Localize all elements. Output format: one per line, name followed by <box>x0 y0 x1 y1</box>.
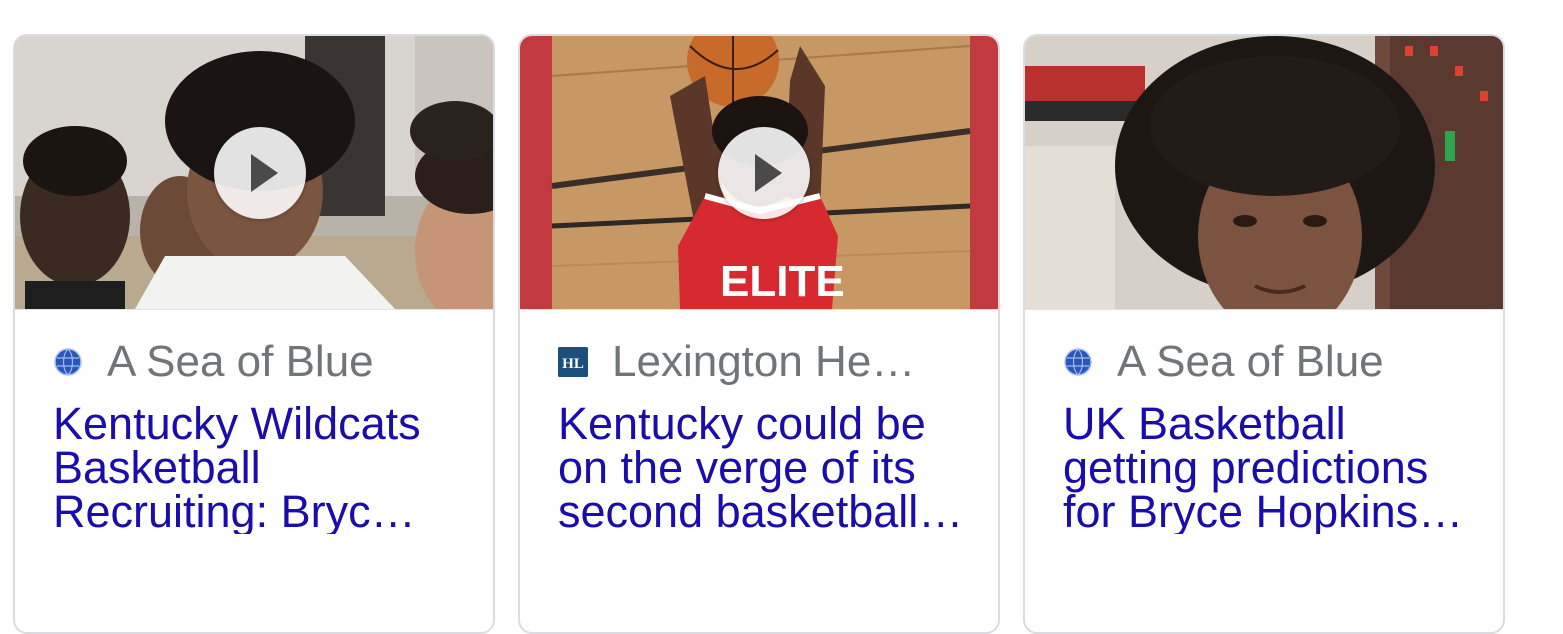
headline-link[interactable]: Kentucky Wildcats Basketball Recruiting:… <box>53 402 463 534</box>
headline-link[interactable]: UK Basketball getting predictions for Br… <box>1063 402 1473 534</box>
lexington-herald-hl-icon: HL <box>558 347 588 377</box>
video-thumbnail[interactable] <box>15 36 493 310</box>
sbnation-globe-icon <box>54 348 82 376</box>
source-name: A Sea of Blue <box>1117 337 1384 386</box>
video-thumbnail[interactable]: ELITE <box>520 36 998 310</box>
source-name: A Sea of Blue <box>107 337 374 386</box>
news-card-2[interactable]: ELITE HL Lexington He… Kentucky could be… <box>518 34 1000 634</box>
news-card-1[interactable]: A Sea of Blue Kentucky Wildcats Basketba… <box>13 34 495 634</box>
news-card-3[interactable]: A Sea of Blue UK Basketball getting pred… <box>1023 34 1505 634</box>
headline-link[interactable]: Kentucky could be on the verge of its se… <box>558 402 968 534</box>
favicon-text: HL <box>562 356 584 372</box>
play-icon[interactable] <box>214 127 306 219</box>
source-name: Lexington He… <box>612 337 916 386</box>
svg-text:ELITE: ELITE <box>720 257 845 306</box>
news-source: A Sea of Blue <box>1063 336 1473 388</box>
image-thumbnail[interactable] <box>1025 36 1503 310</box>
play-icon[interactable] <box>718 127 810 219</box>
news-source: HL Lexington He… <box>558 336 968 388</box>
news-carousel: A Sea of Blue Kentucky Wildcats Basketba… <box>0 0 1563 634</box>
sbnation-globe-icon <box>1064 348 1092 376</box>
news-source: A Sea of Blue <box>53 336 463 388</box>
